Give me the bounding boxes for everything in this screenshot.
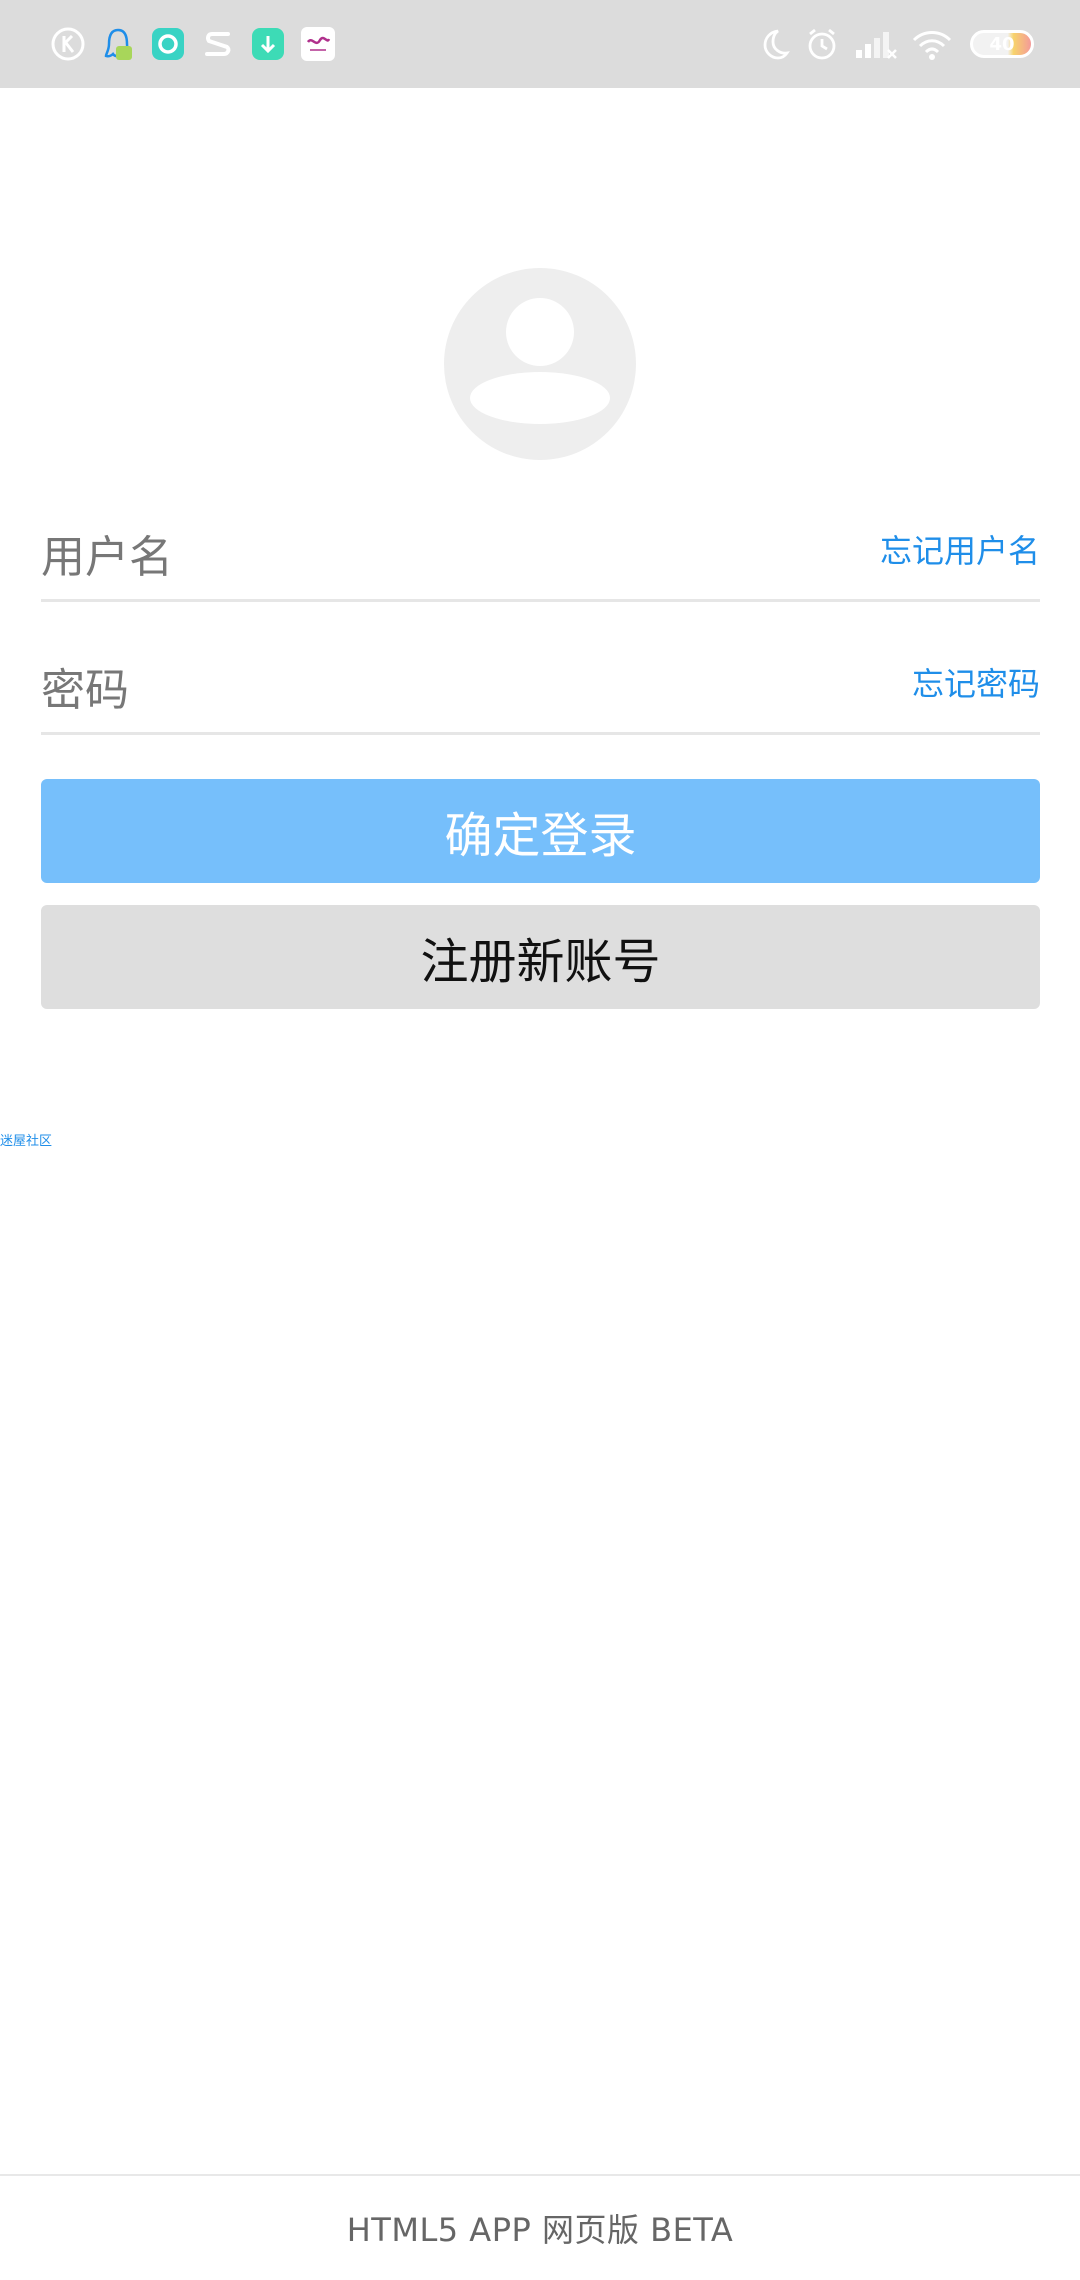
register-button[interactable]: 注册新账号 [41, 905, 1040, 1009]
status-bar: 40 [0, 0, 1080, 88]
circle-app-icon [150, 26, 186, 62]
password-input[interactable] [41, 645, 821, 735]
battery-indicator: 40 [970, 30, 1034, 58]
alarm-icon [804, 26, 840, 62]
wifi-icon [910, 26, 954, 62]
flower-app-icon [300, 26, 336, 62]
battery-level: 40 [989, 33, 1015, 55]
qq-icon [100, 26, 136, 62]
s-app-icon [200, 26, 236, 62]
login-button[interactable]: 确定登录 [41, 779, 1040, 883]
footer-text: HTML5 APP 网页版 BETA [346, 2211, 734, 2249]
avatar-body-shape [470, 372, 610, 424]
avatar[interactable] [444, 268, 636, 460]
username-row: 忘记用户名 [41, 512, 1040, 602]
avatar-head-shape [506, 298, 574, 366]
download-app-icon [250, 26, 286, 62]
forgot-password-link[interactable]: 忘记密码 [912, 659, 1040, 705]
footer: HTML5 APP 网页版 BETA [0, 2174, 1080, 2280]
signal-icon [854, 26, 898, 62]
moon-icon [756, 26, 792, 62]
k-app-icon [50, 26, 86, 62]
password-row: 忘记密码 [41, 645, 1040, 735]
forgot-username-link[interactable]: 忘记用户名 [880, 526, 1040, 572]
community-link[interactable]: 迷屋社区 [0, 1130, 52, 1149]
username-input[interactable] [41, 512, 821, 602]
